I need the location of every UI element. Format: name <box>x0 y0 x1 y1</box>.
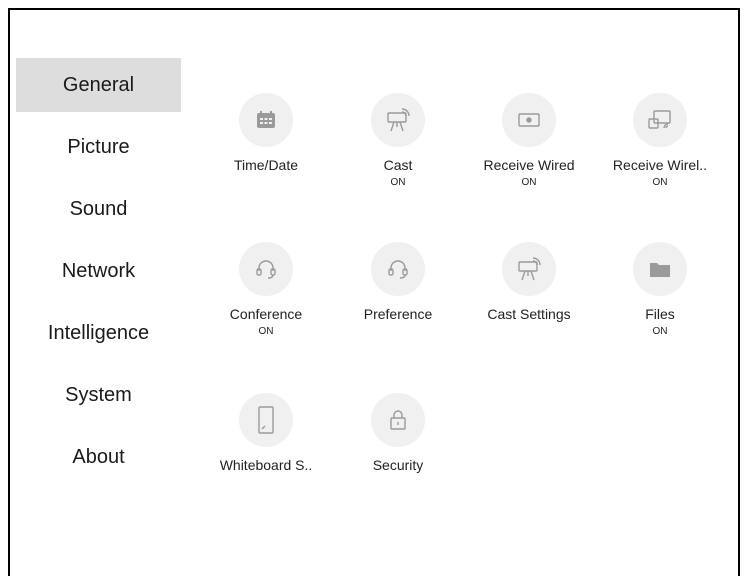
tile-receive-wireless[interactable]: Receive Wirel.. ON <box>595 93 725 188</box>
tile-label: Conference <box>229 306 303 322</box>
tile-status: ON <box>258 326 274 337</box>
whiteboard-icon <box>239 393 293 447</box>
cast-icon <box>371 93 425 147</box>
tile-files[interactable]: Files ON <box>595 242 725 337</box>
headset-icon <box>371 242 425 296</box>
sidebar-item-picture[interactable]: Picture <box>16 120 181 174</box>
tile-label: Cast <box>383 157 413 173</box>
tile-status: ON <box>652 177 668 188</box>
tile-preference[interactable]: Preference <box>333 242 463 326</box>
tile-label: Preference <box>363 306 433 322</box>
cast-icon <box>502 242 556 296</box>
tile-label: Time/Date <box>233 157 299 173</box>
sidebar-item-about[interactable]: About <box>16 430 181 484</box>
tile-cast[interactable]: Cast ON <box>333 93 463 188</box>
tile-label: Cast Settings <box>487 306 571 322</box>
sidebar-item-general[interactable]: General <box>16 58 181 112</box>
lock-icon <box>371 393 425 447</box>
tile-cast-settings[interactable]: Cast Settings <box>464 242 594 326</box>
headset-icon <box>239 242 293 296</box>
tile-receive-wired[interactable]: Receive Wired ON <box>464 93 594 188</box>
tile-security[interactable]: Security <box>333 393 463 477</box>
folder-icon <box>633 242 687 296</box>
receive-wireless-icon <box>633 93 687 147</box>
tile-whiteboard[interactable]: Whiteboard S.. <box>201 393 331 477</box>
settings-window: General Picture Sound Network Intelligen… <box>8 8 740 576</box>
tile-status: ON <box>521 177 537 188</box>
calendar-icon <box>239 93 293 147</box>
sidebar-item-system[interactable]: System <box>16 368 181 422</box>
tile-label: Files <box>645 306 675 322</box>
sidebar-item-sound[interactable]: Sound <box>16 182 181 236</box>
sidebar-item-intelligence[interactable]: Intelligence <box>16 306 181 360</box>
tile-status: ON <box>390 177 406 188</box>
settings-sidebar: General Picture Sound Network Intelligen… <box>16 58 181 492</box>
tile-label: Receive Wirel.. <box>612 157 708 173</box>
tile-time-date[interactable]: Time/Date <box>201 93 331 177</box>
tile-status: ON <box>652 326 668 337</box>
tile-label: Receive Wired <box>483 157 575 173</box>
tile-label: Security <box>372 457 424 473</box>
receive-wired-icon <box>502 93 556 147</box>
sidebar-item-network[interactable]: Network <box>16 244 181 298</box>
tile-conference[interactable]: Conference ON <box>201 242 331 337</box>
tile-label: Whiteboard S.. <box>219 457 313 473</box>
